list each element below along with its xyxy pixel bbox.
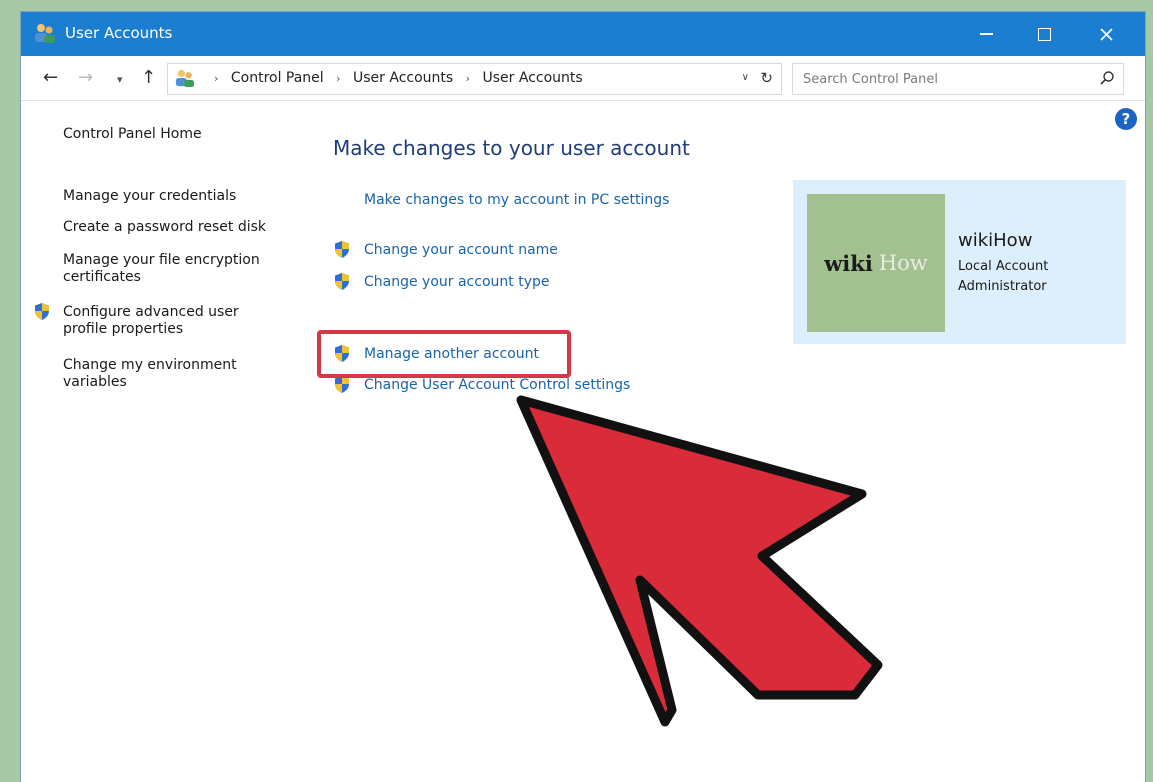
address-dropdown-icon[interactable]: ∨ bbox=[742, 72, 749, 83]
forward-button[interactable]: → bbox=[78, 68, 93, 88]
avatar: wiki How bbox=[807, 194, 945, 332]
account-role: Administrator bbox=[958, 279, 1047, 294]
user-accounts-window: User Accounts ← → ▾ ↑ › Control Panel › bbox=[21, 12, 1145, 782]
search-box[interactable] bbox=[792, 63, 1124, 95]
title-bar: User Accounts bbox=[21, 12, 1145, 56]
search-input[interactable] bbox=[801, 69, 1085, 89]
help-button[interactable]: ? bbox=[1115, 108, 1137, 130]
avatar-logo-text: wiki bbox=[824, 250, 873, 276]
create-password-reset-disk-link[interactable]: Create a password reset disk bbox=[63, 219, 266, 236]
uac-shield-icon bbox=[335, 241, 349, 258]
breadcrumb-control-panel[interactable]: Control Panel bbox=[231, 70, 324, 86]
close-button[interactable] bbox=[1081, 12, 1131, 56]
refresh-icon[interactable]: ↻ bbox=[760, 69, 773, 87]
breadcrumb-separator-icon: › bbox=[214, 72, 219, 85]
user-accounts-icon bbox=[175, 69, 195, 88]
search-icon[interactable] bbox=[1099, 70, 1115, 86]
recent-locations-button[interactable]: ▾ bbox=[117, 70, 123, 90]
manage-credentials-link[interactable]: Manage your credentials bbox=[63, 188, 236, 205]
close-icon bbox=[1099, 27, 1113, 41]
change-account-name-label: Change your account name bbox=[364, 242, 558, 258]
uac-shield-icon bbox=[35, 303, 49, 320]
breadcrumb: › Control Panel › User Accounts › User A… bbox=[206, 70, 583, 86]
breadcrumb-user-accounts[interactable]: User Accounts bbox=[353, 70, 453, 86]
breadcrumb-separator-icon: › bbox=[336, 72, 341, 85]
address-bar[interactable]: › Control Panel › User Accounts › User A… bbox=[167, 63, 782, 95]
page-title: Make changes to your user account bbox=[333, 136, 690, 160]
minimize-button[interactable] bbox=[961, 12, 1011, 56]
uac-shield-icon bbox=[335, 273, 349, 290]
breadcrumb-separator-icon: › bbox=[465, 72, 471, 85]
back-button[interactable]: ← bbox=[43, 68, 58, 88]
maximize-icon bbox=[1037, 27, 1051, 41]
account-info-panel: wiki How wikiHow Local Account Administra… bbox=[793, 180, 1126, 344]
pc-settings-link[interactable]: Make changes to my account in PC setting… bbox=[364, 192, 669, 208]
up-button[interactable]: ↑ bbox=[141, 68, 156, 88]
account-name: wikiHow bbox=[958, 230, 1033, 251]
change-account-type-label: Change your account type bbox=[364, 274, 550, 290]
change-uac-settings-label: Change User Account Control settings bbox=[364, 377, 631, 393]
breadcrumb-user-accounts-current[interactable]: User Accounts bbox=[483, 70, 583, 86]
navigation-bar: ← → ▾ ↑ › Control Panel › User Accounts … bbox=[21, 56, 1145, 101]
configure-advanced-profile-link[interactable]: Configure advanced user profile properti… bbox=[63, 304, 273, 338]
user-accounts-icon bbox=[35, 24, 55, 43]
maximize-button[interactable] bbox=[1019, 12, 1069, 56]
avatar-logo-text-2: How bbox=[878, 251, 928, 275]
highlight-box bbox=[317, 330, 571, 378]
manage-file-encryption-link[interactable]: Manage your file encryption certificates bbox=[63, 252, 283, 286]
minimize-icon bbox=[979, 33, 993, 35]
control-panel-home-link[interactable]: Control Panel Home bbox=[63, 126, 202, 142]
change-environment-variables-link[interactable]: Change my environment variables bbox=[63, 357, 273, 391]
account-type: Local Account bbox=[958, 259, 1049, 274]
window-title: User Accounts bbox=[65, 24, 173, 42]
